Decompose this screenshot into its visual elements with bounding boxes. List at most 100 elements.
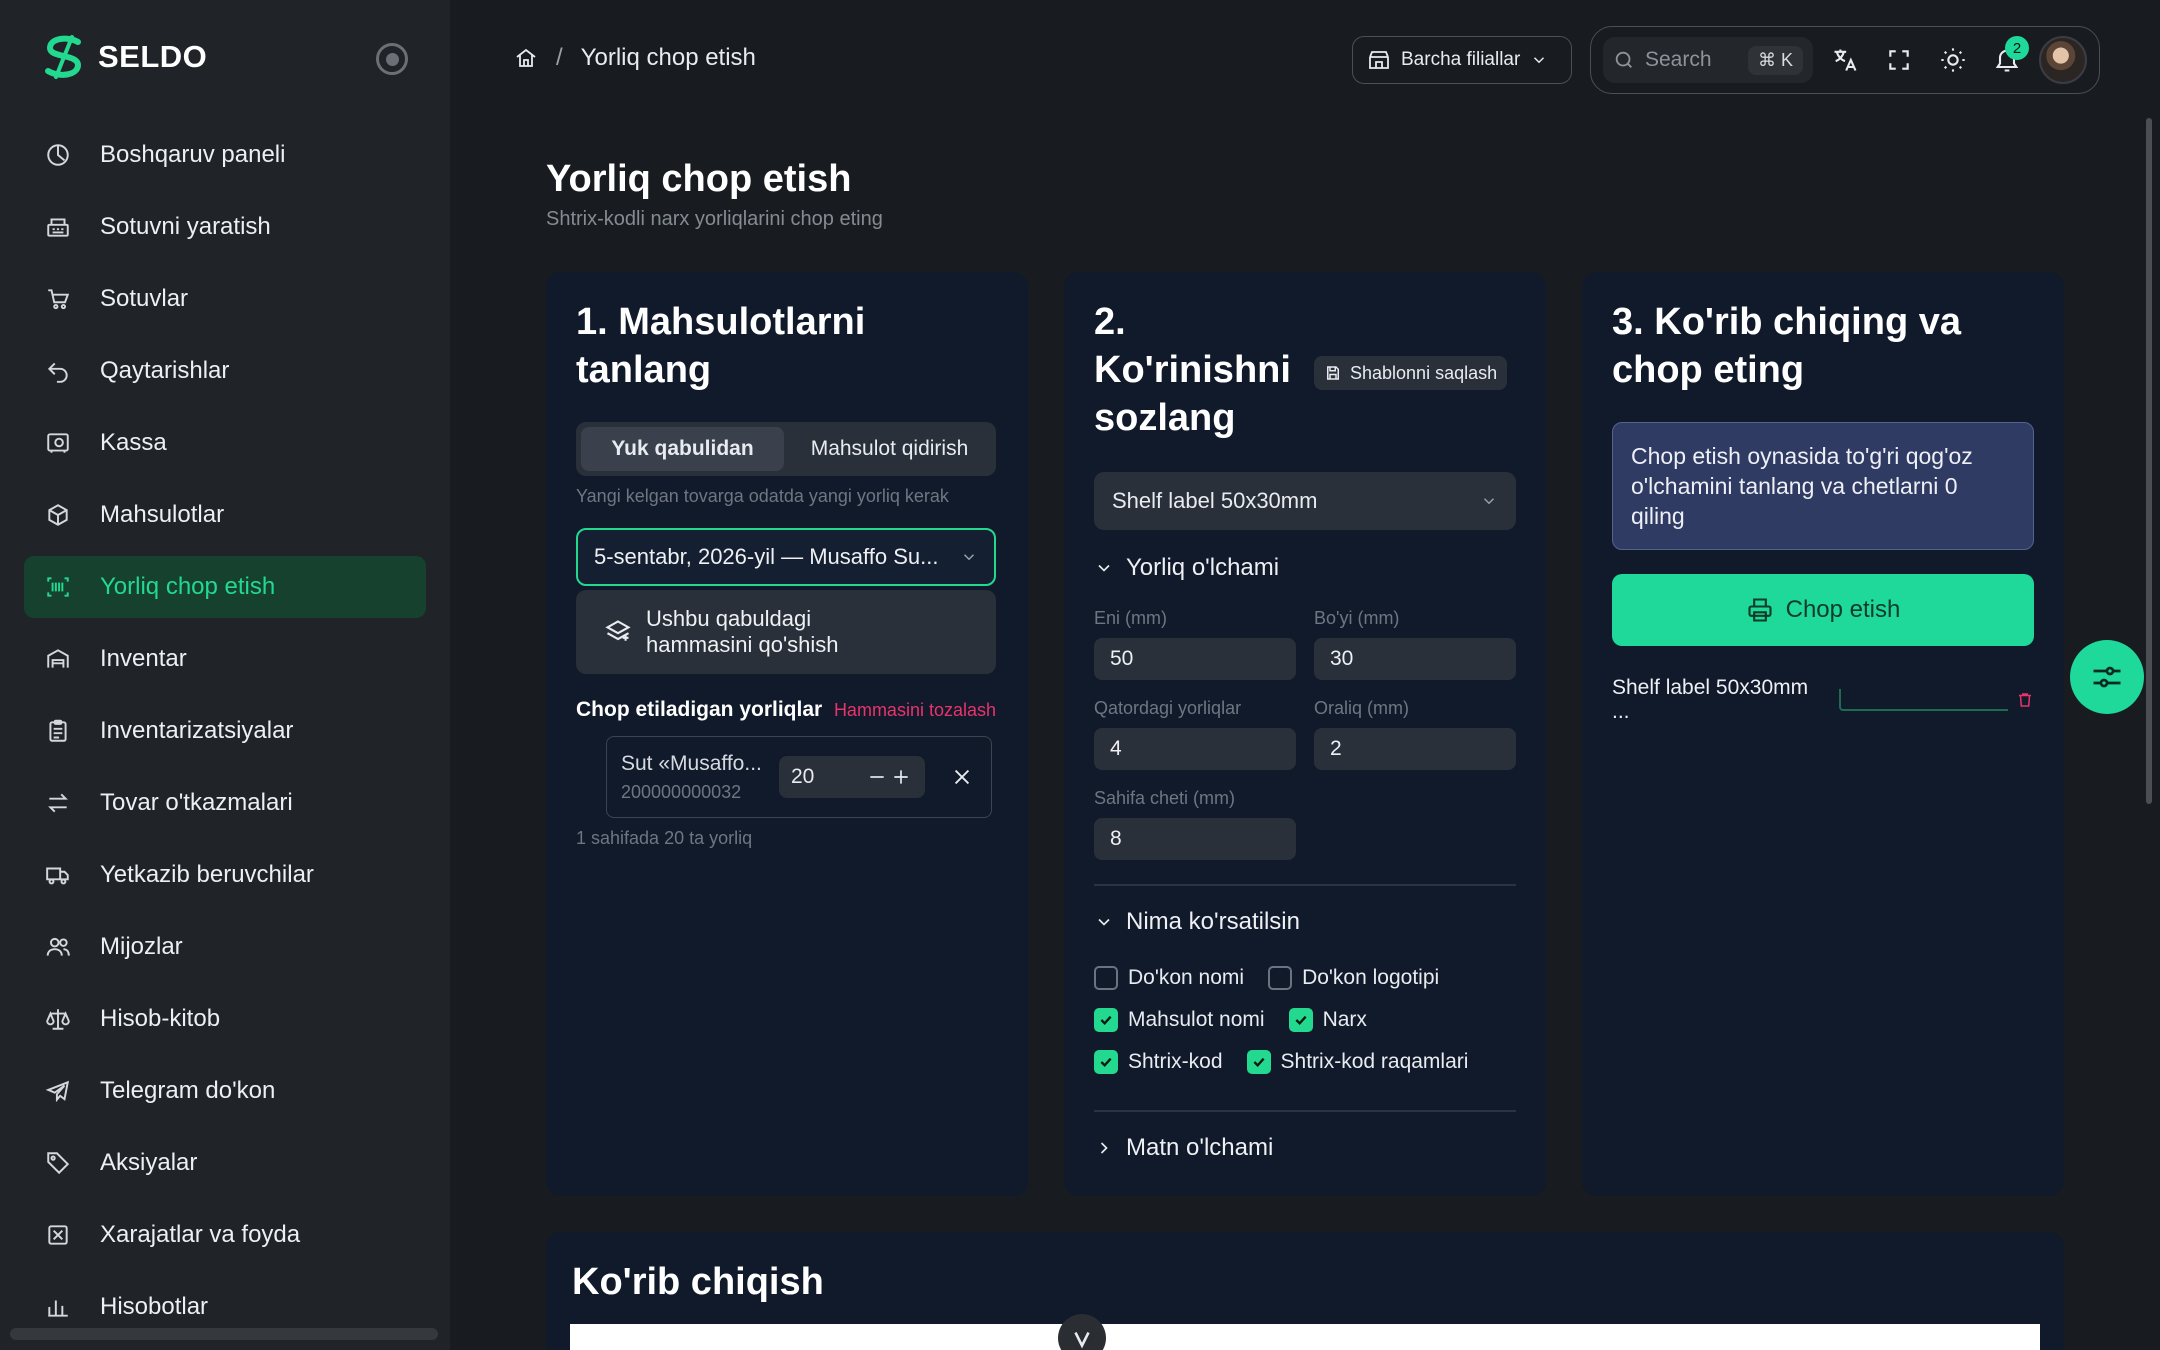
avatar[interactable] bbox=[2039, 36, 2087, 84]
tag-icon bbox=[42, 1147, 74, 1179]
sidebar-item-customers[interactable]: Mijozlar bbox=[24, 916, 426, 978]
seldo-logo-icon bbox=[42, 34, 86, 80]
source-tabs: Yuk qabulidan Mahsulot qidirish bbox=[576, 422, 996, 476]
users-icon bbox=[42, 931, 74, 963]
display-section-toggle[interactable]: Nima ko'rsatilsin bbox=[1094, 908, 1300, 936]
sidebar-item-sales[interactable]: Sotuvlar bbox=[24, 268, 426, 330]
branch-select[interactable]: Barcha filiallar bbox=[1352, 36, 1572, 84]
template-select-value: Shelf label 50x30mm bbox=[1112, 488, 1318, 513]
store-name-checkbox[interactable] bbox=[1094, 966, 1118, 990]
checkbox-row: Shtrix-kod Shtrix-kod raqamlari bbox=[1094, 1050, 1482, 1074]
fullscreen-icon bbox=[1886, 47, 1912, 73]
source-hint: Yangi kelgan tovarga odatda yangi yorliq… bbox=[576, 486, 949, 506]
height-label: Bo'yi (mm) bbox=[1314, 608, 1400, 628]
plus-icon[interactable] bbox=[889, 765, 913, 789]
labels-header: Chop etiladigan yorliqlar Hammasini toza… bbox=[576, 698, 996, 722]
label-size-section-toggle[interactable]: Yorliq o'lchami bbox=[1094, 554, 1279, 582]
sliders-icon bbox=[2089, 659, 2125, 695]
save-template-label: Shablonni saqlash bbox=[1350, 362, 1498, 383]
sidebar-item-label: Inventarizatsiyalar bbox=[100, 717, 294, 744]
notifications-button[interactable]: 2 bbox=[1985, 36, 2029, 82]
sidebar-scrollbar[interactable] bbox=[10, 1328, 438, 1340]
preview-title: Ko'rib chiqish bbox=[572, 1261, 824, 1303]
height-field[interactable]: 30 bbox=[1314, 638, 1516, 680]
save-template-button[interactable]: Shablonni saqlash bbox=[1314, 356, 1508, 390]
preview-collapse-button[interactable] bbox=[1058, 1314, 1106, 1350]
sidebar-item-products[interactable]: Mahsulotlar bbox=[24, 484, 426, 546]
translate-icon bbox=[1831, 46, 1859, 74]
barcode-digits-checkbox[interactable] bbox=[1246, 1050, 1271, 1074]
sidebar-item-accounting[interactable]: Hisob-kitob bbox=[24, 988, 426, 1050]
brand-logo[interactable]: SELDO bbox=[42, 34, 207, 80]
search-input[interactable]: Search ⌘ K bbox=[1603, 37, 1813, 83]
step2-title: 2. Ko'rinishni sozlang bbox=[1094, 301, 1291, 439]
label-item-barcode: 200000000032 bbox=[621, 781, 742, 802]
page-margin-field[interactable]: 8 bbox=[1094, 818, 1296, 860]
display-section-title: Nima ko'rsatilsin bbox=[1126, 908, 1300, 935]
sidebar-item-label: Qaytarishlar bbox=[100, 357, 230, 384]
per-row-field[interactable]: 4 bbox=[1094, 728, 1296, 770]
divider bbox=[1094, 1110, 1516, 1112]
sidebar-collapse-button[interactable] bbox=[376, 43, 408, 75]
sidebar-item-print-labels[interactable]: Yorliq chop etish bbox=[24, 556, 426, 618]
sidebar: SELDO Boshqaruv paneli Sotuvni yaratish … bbox=[0, 0, 450, 1350]
safe-icon bbox=[42, 427, 74, 459]
notification-count-badge: 2 bbox=[2005, 36, 2029, 60]
clear-all-link[interactable]: Hammasini tozalash bbox=[834, 700, 996, 721]
tab-from-receipt[interactable]: Yuk qabulidan bbox=[581, 427, 784, 471]
width-label: Eni (mm) bbox=[1094, 608, 1167, 628]
fullscreen-button[interactable] bbox=[1877, 38, 1921, 82]
quantity-value[interactable]: 20 bbox=[791, 765, 865, 789]
width-field[interactable]: 50 bbox=[1094, 638, 1296, 680]
layers-icon bbox=[604, 618, 632, 646]
check-icon bbox=[1100, 1015, 1112, 1026]
return-icon bbox=[42, 355, 74, 387]
sidebar-item-suppliers[interactable]: Yetkazib beruvchilar bbox=[24, 844, 426, 906]
template-select[interactable]: Shelf label 50x30mm bbox=[1094, 472, 1516, 530]
sidebar-item-expenses[interactable]: Xarajatlar va foyda bbox=[24, 1204, 426, 1266]
sidebar-item-transfers[interactable]: Tovar o'tkazmalari bbox=[24, 772, 426, 834]
translate-button[interactable] bbox=[1823, 38, 1867, 82]
sidebar-item-returns[interactable]: Qaytarishlar bbox=[24, 340, 426, 402]
add-all-from-receipt-button[interactable]: Ushbu qabuldagi hammasini qo'shish bbox=[576, 590, 996, 674]
barcode-checkbox[interactable] bbox=[1094, 1050, 1118, 1074]
store-logo-checkbox[interactable] bbox=[1268, 966, 1293, 990]
sidebar-item-label: Mahsulotlar bbox=[100, 501, 225, 528]
sidebar-item-promotions[interactable]: Aksiyalar bbox=[24, 1132, 426, 1194]
theme-toggle-button[interactable] bbox=[1931, 38, 1975, 82]
trash-icon[interactable] bbox=[2016, 691, 2034, 709]
sidebar-item-cashbox[interactable]: Kassa bbox=[24, 412, 426, 474]
close-icon[interactable] bbox=[947, 762, 977, 792]
sidebar-item-telegram-shop[interactable]: Telegram do'kon bbox=[24, 1060, 426, 1122]
truck-icon bbox=[42, 859, 74, 891]
tab-product-search[interactable]: Mahsulot qidirish bbox=[788, 427, 991, 471]
printer-icon bbox=[1746, 596, 1774, 624]
breadcrumb: / Yorliq chop etish bbox=[514, 44, 756, 72]
sidebar-item-inventory[interactable]: Inventar bbox=[24, 628, 426, 690]
step2-card: 2. Ko'rinishni sozlang Shablonni saqlash… bbox=[1064, 272, 1546, 1196]
sidebar-item-dashboard[interactable]: Boshqaruv paneli bbox=[24, 124, 426, 186]
home-icon[interactable] bbox=[514, 46, 538, 70]
product-name-checkbox[interactable] bbox=[1094, 1008, 1118, 1032]
sidebar-item-label: Sotuvni yaratish bbox=[100, 213, 271, 240]
scale-icon bbox=[42, 1003, 74, 1035]
page-margin-label: Sahifa cheti (mm) bbox=[1094, 788, 1236, 808]
sidebar-item-label: Inventar bbox=[100, 645, 187, 672]
minus-icon[interactable] bbox=[865, 765, 889, 789]
print-button[interactable]: Chop etish bbox=[1612, 574, 2034, 646]
sidebar-item-create-sale[interactable]: Sotuvni yaratish bbox=[24, 196, 426, 258]
receipt-select[interactable]: 5-sentabr, 2026-yil — Musaffo Su... bbox=[576, 528, 996, 586]
main-scrollbar[interactable] bbox=[2146, 118, 2152, 804]
text-size-section-toggle[interactable]: Matn o'lchami bbox=[1094, 1134, 1273, 1162]
preview-card: Ko'rib chiqish bbox=[546, 1232, 2064, 1350]
sidebar-item-stocktakes[interactable]: Inventarizatsiyalar bbox=[24, 700, 426, 762]
gap-field[interactable]: 2 bbox=[1314, 728, 1516, 770]
page-title: Yorliq chop etish bbox=[546, 158, 852, 200]
sidebar-item-label: Yorliq chop etish bbox=[100, 573, 276, 600]
settings-fab[interactable] bbox=[2070, 640, 2144, 714]
price-checkbox[interactable] bbox=[1288, 1008, 1313, 1032]
record-icon bbox=[385, 52, 399, 66]
divider bbox=[1094, 884, 1516, 886]
step3-title: 3. Ko'rib chiqing va chop eting bbox=[1612, 301, 1961, 391]
check-icon bbox=[1253, 1057, 1265, 1068]
